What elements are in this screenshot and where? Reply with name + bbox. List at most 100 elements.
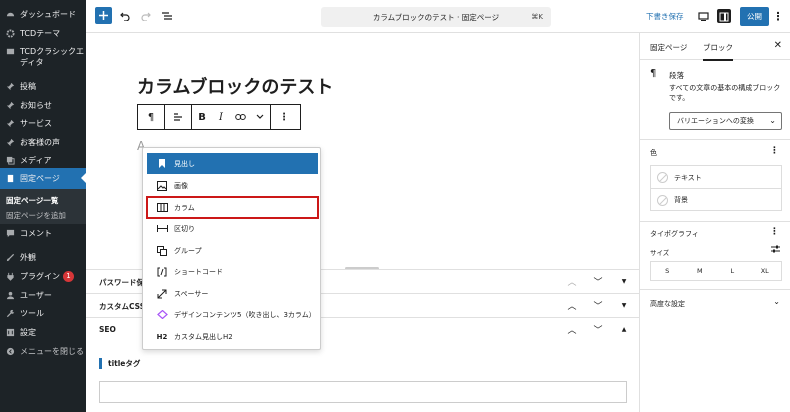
block-description: すべての文章の基本の構成ブロックです。 xyxy=(669,84,781,102)
close-settings-button[interactable]: ✕ xyxy=(774,40,782,51)
toggle-arrow-icon[interactable]: ▼ xyxy=(617,302,631,309)
dashboard-icon xyxy=(5,9,15,19)
block-type-button[interactable]: ¶ xyxy=(138,105,164,129)
submenu-add-page[interactable]: 固定ページを追加 xyxy=(6,210,66,221)
editor-icon xyxy=(5,46,15,56)
transform-item-group[interactable]: グループ xyxy=(147,240,318,261)
chevron-up-icon[interactable]: ︿ xyxy=(565,275,579,288)
color-background[interactable]: 背景 xyxy=(651,189,781,211)
sliders-icon xyxy=(771,245,780,253)
sidebar-item-plugins[interactable]: プラグイン 1 xyxy=(0,271,86,282)
sidebar-item-users[interactable]: ユーザー xyxy=(0,290,86,301)
toggle-arrow-icon[interactable]: ▲ xyxy=(617,326,631,333)
tab-page[interactable]: 固定ページ xyxy=(650,42,687,53)
chevron-down-icon[interactable]: ﹀ xyxy=(591,299,605,312)
plugins-label: プラグイン xyxy=(20,272,60,281)
chevron-up-icon[interactable]: ︿ xyxy=(565,323,579,336)
preview-button[interactable] xyxy=(696,9,710,23)
transform-item-spacer[interactable]: スペーサー xyxy=(147,283,318,304)
kebab-icon: ⋮ xyxy=(279,111,289,123)
settings-toggle-button[interactable] xyxy=(717,9,731,23)
font-size-picker: S M L XL xyxy=(650,261,782,281)
font-size-l[interactable]: L xyxy=(716,262,749,280)
sidebar-item-tools[interactable]: ツール xyxy=(0,308,86,319)
transform-item-shortcode[interactable]: ショートコード xyxy=(147,261,318,282)
settings-sidebar: 固定ページ ブロック ✕ ¶ 段落 すべての文章の基本の構成ブロックです。 バリ… xyxy=(639,33,790,412)
transform-item-separator[interactable]: 区切り xyxy=(147,218,318,239)
align-button[interactable] xyxy=(165,105,191,129)
chevron-down-icon[interactable]: ⌄ xyxy=(773,297,780,306)
bold-button[interactable]: B xyxy=(192,105,212,129)
variation-select[interactable]: バリエーションへの変換 ⌄ xyxy=(669,112,782,130)
sidebar-item-label: ユーザー xyxy=(20,291,52,300)
sidebar-item-tcd-theme[interactable]: TCDテーマ xyxy=(0,28,86,39)
toggle-arrow-icon[interactable]: ▼ xyxy=(617,278,631,285)
page-title[interactable]: カラムブロックのテスト xyxy=(137,73,333,99)
transform-item-custom-h2[interactable]: H2 カスタム見出しH2 xyxy=(147,326,318,347)
title-tag-input[interactable] xyxy=(99,381,627,403)
document-overview-button[interactable] xyxy=(160,9,174,23)
transform-item-label: デザインコンテンツ5（吹き出し、3カラム） xyxy=(174,310,316,319)
transform-item-columns[interactable]: カラム xyxy=(146,196,319,219)
font-size-m[interactable]: M xyxy=(684,262,717,280)
color-swatch-icon xyxy=(657,194,668,206)
sidebar-item-dashboard[interactable]: ダッシュボード xyxy=(0,9,86,20)
chevron-down-icon[interactable]: ﹀ xyxy=(591,275,605,288)
meta-box-controls: ︿ ﹀ ▲ xyxy=(565,323,631,336)
chevron-up-icon[interactable]: ︿ xyxy=(565,299,579,312)
sidebar-item-news[interactable]: お知らせ xyxy=(0,100,86,111)
sidebar-item-label: お知らせ xyxy=(20,101,52,110)
sidebar-item-pages[interactable]: 固定ページ xyxy=(0,168,86,189)
tab-block[interactable]: ブロック xyxy=(703,42,733,61)
sidebar-item-label: 固定ページ xyxy=(20,174,60,183)
separator-icon xyxy=(156,223,168,235)
block-options-button[interactable]: ⋮ xyxy=(271,105,297,129)
chevron-down-icon xyxy=(256,114,264,119)
link-icon xyxy=(234,114,246,120)
undo-button[interactable] xyxy=(118,9,132,23)
transform-item-image[interactable]: 画像 xyxy=(147,175,318,196)
font-size-xl[interactable]: XL xyxy=(749,262,782,280)
brush-icon xyxy=(5,252,15,262)
color-text[interactable]: テキスト xyxy=(651,167,781,189)
close-icon: ✕ xyxy=(773,40,782,51)
submenu-all-pages[interactable]: 固定ページ一覧 xyxy=(6,195,58,206)
spacer-icon xyxy=(156,288,168,300)
transform-item-heading[interactable]: 見出し xyxy=(147,153,318,174)
advanced-settings-toggle[interactable]: 高度な設定 xyxy=(650,299,685,309)
publish-button[interactable]: 公開 xyxy=(740,7,769,26)
sidebar-item-posts[interactable]: 投稿 xyxy=(0,81,86,92)
sidebar-item-voice[interactable]: お客様の声 xyxy=(0,137,86,148)
redo-icon xyxy=(141,12,151,21)
redo-button[interactable] xyxy=(139,9,153,23)
list-view-icon xyxy=(162,12,172,20)
pin-icon xyxy=(5,137,15,147)
more-options-button[interactable]: ⋮ xyxy=(771,9,785,23)
sidebar-item-settings[interactable]: 設定 xyxy=(0,327,86,338)
sidebar-item-appearance[interactable]: 外観 xyxy=(0,252,86,263)
font-size-s[interactable]: S xyxy=(651,262,684,280)
save-draft-button[interactable]: 下書き保存 xyxy=(646,11,684,22)
link-button[interactable] xyxy=(230,105,250,129)
sidebar-item-service[interactable]: サービス xyxy=(0,118,86,129)
sidebar-item-media[interactable]: メディア xyxy=(0,155,86,166)
sidebar-item-tcd-classic-editor[interactable]: TCDクラシックエディタ xyxy=(0,46,86,68)
add-block-button[interactable] xyxy=(95,7,112,24)
document-bar[interactable]: カラムブロックのテスト · 固定ページ ⌘K xyxy=(321,7,551,27)
more-formats-button[interactable] xyxy=(250,105,270,129)
italic-button[interactable]: I xyxy=(212,105,230,129)
block-name: 段落 xyxy=(669,71,684,80)
sidebar-item-comments[interactable]: コメント xyxy=(0,228,86,239)
color-settings: テキスト 背景 xyxy=(650,165,782,211)
user-icon xyxy=(5,290,15,300)
sidebar-collapse-menu[interactable]: メニューを閉じる xyxy=(0,346,86,357)
custom-size-button[interactable] xyxy=(771,245,780,255)
meta-box-title: SEO xyxy=(99,325,116,334)
color-options-button[interactable]: ⋮ xyxy=(770,146,779,156)
chevron-down-icon[interactable]: ﹀ xyxy=(591,323,605,336)
transform-item-design-content[interactable]: デザインコンテンツ5（吹き出し、3カラム） xyxy=(147,304,318,325)
sidebar-item-label: コメント xyxy=(20,229,52,238)
typography-options-button[interactable]: ⋮ xyxy=(770,227,779,237)
wrench-icon xyxy=(5,308,15,318)
transform-item-label: 区切り xyxy=(174,224,195,233)
